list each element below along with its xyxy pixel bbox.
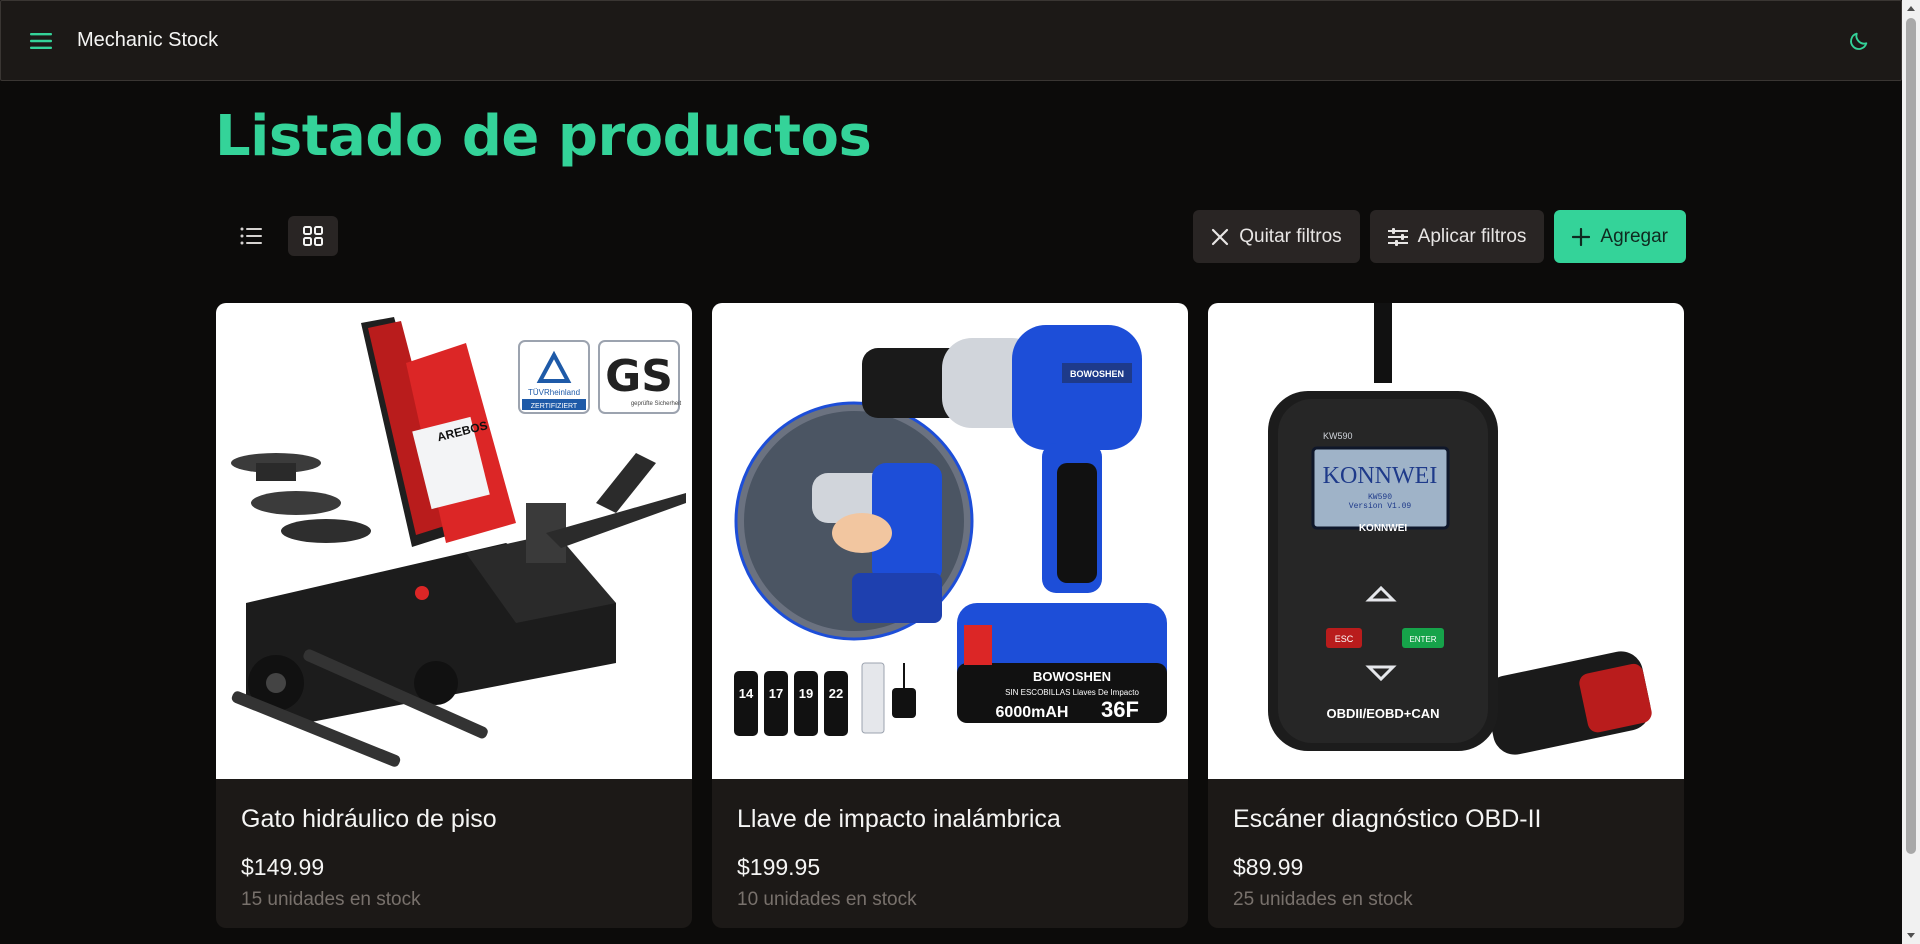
svg-text:22: 22 [829,686,843,701]
product-grid: TÜVRheinland ZERTIFIZIERT GS geprüfte Si… [216,303,1684,928]
grid-view-button[interactable] [288,216,338,256]
svg-text:ENTER: ENTER [1409,635,1436,644]
theme-toggle-button[interactable] [1839,21,1879,61]
product-stock: 10 unidades en stock [737,889,917,910]
close-icon [1212,228,1229,245]
app-bar: Mechanic Stock [0,0,1902,81]
toolbar-actions: Quitar filtros Aplicar filtros Agregar [1193,210,1686,263]
sliders-icon [1387,227,1408,246]
svg-text:BOWOSHEN: BOWOSHEN [1033,669,1111,684]
product-name: Llave de impacto inalámbrica [737,805,1061,833]
scroll-down-icon[interactable] [1907,933,1915,938]
product-image-impact-wrench: BOWOSHEN BOWOSHEN SIN ESCOBILLAS Llaves … [712,303,1188,779]
product-name: Escáner diagnóstico OBD-II [1233,805,1542,833]
svg-text:geprüfte Sicherheit: geprüfte Sicherheit [631,401,682,407]
page-scrollbar[interactable] [1902,0,1920,944]
apply-filters-button[interactable]: Aplicar filtros [1369,210,1545,263]
hamburger-icon [30,32,52,49]
clear-filters-label: Quitar filtros [1239,225,1342,247]
product-price: $199.95 [737,854,821,880]
svg-text:ESC: ESC [1335,634,1354,644]
product-price: $149.99 [241,854,325,880]
svg-text:KONNWEI: KONNWEI [1359,523,1408,534]
product-card[interactable]: BOWOSHEN BOWOSHEN SIN ESCOBILLAS Llaves … [712,303,1188,928]
svg-text:KW590: KW590 [1323,431,1353,441]
product-card[interactable]: KW590 KONNWEI KW590 Version V1.09 KONNWE… [1208,303,1684,928]
svg-text:TÜVRheinland: TÜVRheinland [528,388,580,397]
product-price: $89.99 [1233,854,1304,880]
add-product-label: Agregar [1600,225,1668,247]
svg-text:BOWOSHEN: BOWOSHEN [1070,369,1124,379]
menu-button[interactable] [21,21,61,61]
svg-text:KONNWEI: KONNWEI [1323,463,1438,489]
svg-text:17: 17 [769,686,783,701]
moon-icon [1850,32,1868,50]
product-image-obd-scanner: KW590 KONNWEI KW590 Version V1.09 KONNWE… [1208,303,1684,779]
product-stock: 15 unidades en stock [241,889,421,910]
svg-text:OBDII/EOBD+CAN: OBDII/EOBD+CAN [1326,706,1439,721]
scroll-thumb[interactable] [1906,18,1916,854]
list-view-button[interactable] [226,216,276,256]
product-card[interactable]: TÜVRheinland ZERTIFIZIERT GS geprüfte Si… [216,303,692,928]
plus-icon [1572,227,1591,246]
product-name: Gato hidráulico de piso [241,805,497,833]
svg-text:ZERTIFIZIERT: ZERTIFIZIERT [531,403,578,410]
app-title: Mechanic Stock [77,29,219,51]
product-image-floor-jack: TÜVRheinland ZERTIFIZIERT GS geprüfte Si… [216,303,692,779]
add-product-button[interactable]: Agregar [1554,210,1686,263]
svg-text:36F: 36F [1101,697,1139,722]
svg-text:KW590: KW590 [1368,493,1392,502]
svg-text:SIN ESCOBILLAS Llaves De Impac: SIN ESCOBILLAS Llaves De Impacto [1005,688,1139,697]
product-stock: 25 unidades en stock [1233,889,1413,910]
view-toggle [226,216,338,256]
page-title: Listado de productos [215,104,872,169]
list-icon [240,227,262,245]
svg-text:GS: GS [605,351,673,402]
svg-text:6000mAH: 6000mAH [996,704,1069,721]
grid-icon [303,226,323,246]
apply-filters-label: Aplicar filtros [1417,225,1527,247]
svg-text:19: 19 [799,686,813,701]
scroll-up-icon[interactable] [1907,6,1915,11]
clear-filters-button[interactable]: Quitar filtros [1193,210,1360,263]
svg-text:14: 14 [739,686,754,701]
svg-text:Version V1.09: Version V1.09 [1349,502,1412,511]
